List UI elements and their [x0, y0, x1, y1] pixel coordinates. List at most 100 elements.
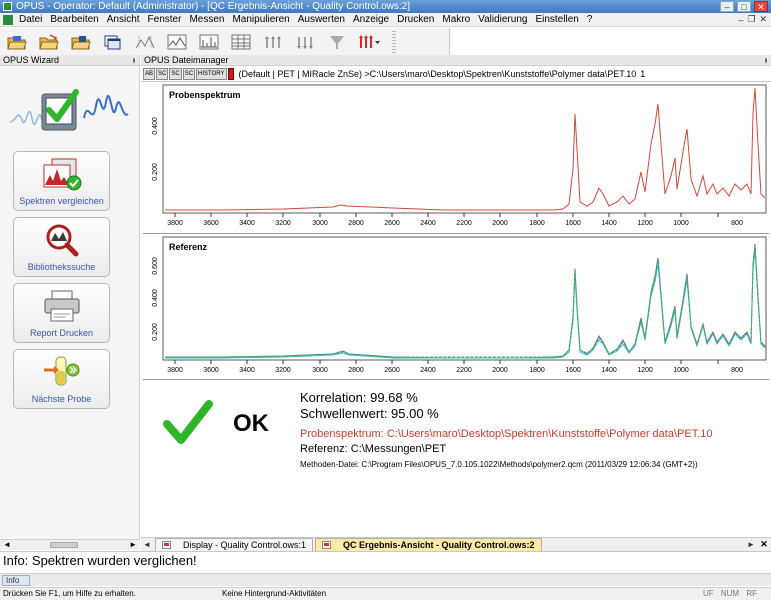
- probe-xtick-2000: 2000: [492, 220, 508, 227]
- ok-checkmark-icon: [163, 400, 213, 444]
- result-status: OK: [233, 410, 269, 437]
- probe-xtick-2200: 2200: [456, 220, 472, 227]
- menu-ansicht[interactable]: Ansicht: [107, 14, 140, 25]
- menu-fenster[interactable]: Fenster: [148, 14, 182, 25]
- document-icon[interactable]: [3, 14, 13, 25]
- open-file-icon[interactable]: [38, 32, 60, 52]
- block-sc2-button[interactable]: SC: [169, 67, 182, 80]
- referenz-plot[interactable]: 3800 3600 3400 3200 3000 2800 2600 2400 …: [143, 236, 769, 380]
- menu-anzeige[interactable]: Anzeige: [353, 14, 389, 25]
- loaded-file-number: 1: [640, 68, 646, 79]
- load-folder-icon[interactable]: [70, 32, 92, 52]
- tab-scroll-right-icon[interactable]: ►: [745, 540, 757, 549]
- menu-validierung[interactable]: Validierung: [478, 14, 527, 25]
- opus-wizard-logo: [9, 89, 129, 131]
- toolbar-empty-area: [450, 28, 771, 55]
- maximize-button[interactable]: □: [737, 1, 751, 12]
- red-markers-dropdown-icon[interactable]: [358, 32, 380, 52]
- spectrum-icon[interactable]: [198, 32, 220, 52]
- block-sc-button[interactable]: SC: [156, 67, 169, 80]
- status-indicators: UF NUM RF: [698, 588, 757, 600]
- toolbar: [0, 28, 450, 55]
- status-help-text: Drücken Sie F1, um Hilfe zu erhalten.: [3, 589, 136, 598]
- ref-xtick-1000: 1000: [673, 367, 689, 374]
- ref-xtick-3400: 3400: [239, 367, 255, 374]
- tab-display-quality-control[interactable]: Display - Quality Control.ows:1: [155, 538, 314, 551]
- probe-xtick-1800: 1800: [529, 220, 545, 227]
- spectrum-window-icon: [322, 541, 332, 549]
- ref-xtick-3800: 3800: [167, 367, 183, 374]
- probe-xtick-800: 800: [731, 220, 743, 227]
- scroll-thumb[interactable]: [50, 542, 78, 548]
- ref-xtick-2000: 2000: [492, 367, 508, 374]
- down-arrows-icon[interactable]: [326, 32, 348, 52]
- report-drucken-label: Report Drucken: [29, 328, 94, 338]
- probenspektrum-plot[interactable]: 3800 3600 3400 3200 3000 2800 2600 2400 …: [143, 84, 769, 234]
- peak-markers-2-icon[interactable]: [294, 32, 316, 52]
- ref-xtick-3600: 3600: [203, 367, 219, 374]
- block-sc3-button[interactable]: SC: [182, 67, 196, 80]
- table-icon[interactable]: [230, 32, 252, 52]
- menu-manipulieren[interactable]: Manipulieren: [232, 14, 289, 25]
- bibliothekssuche-button[interactable]: Bibliothekssuche: [13, 217, 110, 277]
- probe-xtick-3200: 3200: [275, 220, 291, 227]
- status-background-activity: Keine Hintergrund-Aktivitäten: [222, 589, 327, 598]
- probe-xtick-1000: 1000: [673, 220, 689, 227]
- scroll-right-arrow-icon[interactable]: ►: [129, 540, 137, 550]
- mdi-close-button[interactable]: ✕: [759, 14, 767, 25]
- ref-xtick-2400: 2400: [420, 367, 436, 374]
- naechste-probe-label: Nächste Probe: [31, 394, 92, 404]
- mdi-restore-button[interactable]: ❐: [747, 14, 755, 25]
- menu-bar: Datei Bearbeiten Ansicht Fenster Messen …: [0, 13, 771, 27]
- wizard-panel: Spektren vergleichen Bibliothekssuche Re…: [0, 66, 140, 550]
- referenz-path: Referenz: C:\Messungen\PET: [300, 443, 447, 455]
- tab-close-icon[interactable]: ✕: [757, 539, 771, 550]
- report-drucken-button[interactable]: Report Drucken: [13, 283, 110, 343]
- mdi-minimize-button[interactable]: –: [738, 15, 743, 25]
- menu-bearbeiten[interactable]: Bearbeiten: [50, 14, 98, 25]
- menu-makro[interactable]: Makro: [442, 14, 470, 25]
- wizard-horizontal-scrollbar[interactable]: ◄ ►: [0, 539, 140, 550]
- open-folder-icon[interactable]: [6, 32, 28, 52]
- file-path-bar: AB SC SC SC HISTORY (Default | PET | MIR…: [141, 66, 771, 82]
- naechste-probe-button[interactable]: Nächste Probe: [13, 349, 110, 409]
- peak-pick-icon[interactable]: [134, 32, 156, 52]
- scroll-left-arrow-icon[interactable]: ◄: [3, 540, 11, 550]
- tab-qc-ergebnis-ansicht[interactable]: QC Ergebnis-Ansicht - Quality Control.ow…: [315, 538, 542, 551]
- referenz-svg: 3800 3600 3400 3200 3000 2800 2600 2400 …: [152, 236, 767, 374]
- bibliothekssuche-label: Bibliothekssuche: [27, 262, 96, 272]
- wizard-pin-icon[interactable]: ᵻ: [133, 55, 135, 65]
- menu-messen[interactable]: Messen: [189, 14, 224, 25]
- menu-datei[interactable]: Datei: [19, 14, 42, 25]
- ref-xtick-800: 800: [731, 367, 743, 374]
- spektren-vergleichen-button[interactable]: Spektren vergleichen: [13, 151, 110, 211]
- ref-ytick-0200: 0.200: [152, 323, 159, 341]
- output-tab-row: Info: [0, 573, 771, 586]
- baseline-icon[interactable]: [166, 32, 188, 52]
- tab-scroll-left-icon[interactable]: ◄: [141, 540, 153, 549]
- ref-xtick-2800: 2800: [348, 367, 364, 374]
- spectrum-window-icon: [162, 541, 171, 549]
- block-history-button[interactable]: HISTORY: [196, 67, 227, 80]
- probe-xtick-1600: 1600: [565, 220, 581, 227]
- info-tab[interactable]: Info: [2, 575, 30, 586]
- menu-einstellen[interactable]: Einstellen: [535, 14, 578, 25]
- menu-drucken[interactable]: Drucken: [397, 14, 434, 25]
- ref-xtick-2600: 2600: [384, 367, 400, 374]
- menu-help[interactable]: ?: [587, 14, 593, 25]
- close-button[interactable]: ✕: [754, 1, 768, 12]
- loaded-file-path[interactable]: (Default | PET | MIRacle ZnSe) >C:\Users…: [239, 69, 637, 79]
- menu-auswerten[interactable]: Auswerten: [298, 14, 345, 25]
- dateimanager-pin-icon[interactable]: ᵻ: [765, 55, 767, 65]
- toolbar-grip[interactable]: [392, 30, 396, 53]
- peak-markers-icon[interactable]: [262, 32, 284, 52]
- minimize-button[interactable]: –: [720, 1, 734, 12]
- block-ab-button[interactable]: AB: [143, 67, 156, 80]
- ref-spectrum-line-blue: [165, 243, 766, 359]
- ref-spectrum-line-green: [165, 245, 766, 358]
- probe-xtick-3000: 3000: [312, 220, 328, 227]
- color-marker-icon: [227, 67, 234, 80]
- windows-icon[interactable]: [102, 32, 124, 52]
- dateimanager-header: OPUS Dateimanager ᵻ: [141, 55, 771, 66]
- korrelation-value: Korrelation: 99.68 %: [300, 390, 418, 405]
